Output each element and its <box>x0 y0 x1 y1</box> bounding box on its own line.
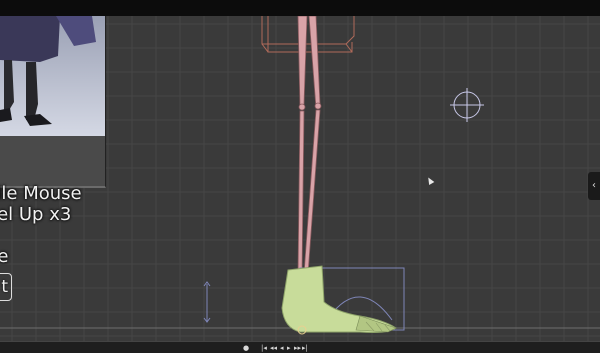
timeline-bar[interactable]: ● |◂ ◂◂ ◂ ▸ ▸▸ ▸| <box>0 341 600 353</box>
key-line-wheel: eel Up x3 <box>0 204 72 225</box>
jump-end-button[interactable]: ▸| <box>302 344 308 352</box>
reference-image <box>0 16 105 136</box>
leg-bones[interactable] <box>297 16 322 275</box>
key-line-number: 2 <box>0 225 120 246</box>
keyframe-dot-icon[interactable]: ● <box>243 344 249 352</box>
key-line-release: se <box>0 246 9 267</box>
play-reverse-button[interactable]: ◂ <box>280 344 284 352</box>
blender-window: dle Mouse eel Up x3 2 se t ‹ ● |◂ ◂◂ ◂ ▸… <box>0 0 600 353</box>
play-button[interactable]: ▸ <box>287 344 291 352</box>
foot-mesh[interactable] <box>281 265 397 335</box>
reference-image-panel <box>0 16 106 188</box>
sidebar-toggle-button[interactable]: ‹ <box>588 172 600 200</box>
3d-cursor[interactable] <box>450 88 484 122</box>
next-keyframe-button[interactable]: ▸▸ <box>294 344 301 352</box>
key-line-mouse: dle Mouse <box>0 183 82 204</box>
screencast-keys-overlay: dle Mouse eel Up x3 2 se <box>0 183 120 267</box>
key-box: t <box>0 273 12 301</box>
jump-start-button[interactable]: |◂ <box>261 344 267 352</box>
prev-keyframe-button[interactable]: ◂◂ <box>270 344 277 352</box>
window-top-bar <box>0 0 600 16</box>
